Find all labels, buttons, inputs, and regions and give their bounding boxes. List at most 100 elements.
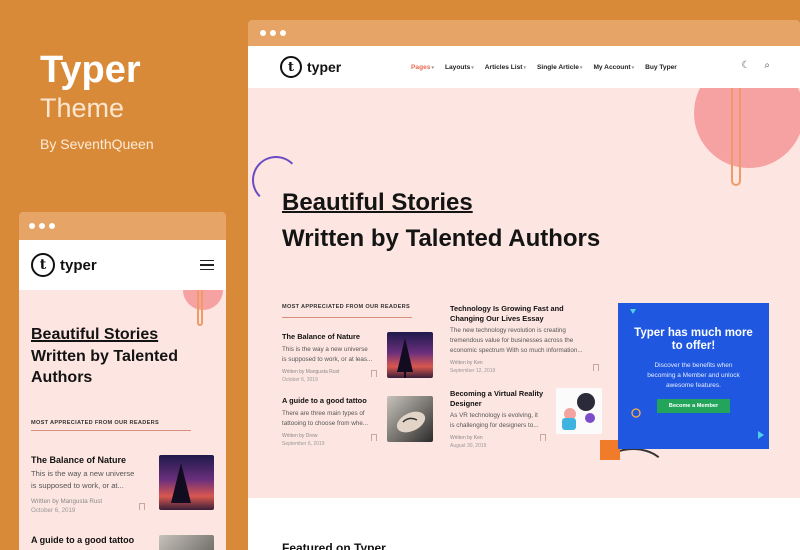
promo-subtitle: Theme (40, 93, 125, 123)
mobile-hero-section: Beautiful Stories Written by Talented Au… (19, 290, 226, 550)
hero-title-line2: Written by Talented (31, 347, 178, 365)
featured-heading: Featured on Typer (282, 541, 386, 550)
post-thumbnail-tattoo[interactable] (159, 535, 214, 550)
window-dot-icon (49, 223, 55, 229)
post-date: October 6, 2019 (31, 507, 76, 514)
chevron-down-icon: ▾ (579, 64, 583, 71)
logo-t-icon: t (31, 253, 55, 277)
window-titlebar (248, 20, 800, 46)
title-line: Technology Is Growing Fast and (450, 304, 564, 313)
header-icons: ☾ ⌕ (741, 60, 770, 71)
title-line: Changing Our Lives Essay (450, 314, 544, 323)
post-date: September 12, 2019 (450, 368, 496, 374)
window-dot-icon (280, 30, 286, 36)
tattoo-arm-icon (396, 411, 426, 433)
nav-label: Articles List (484, 63, 523, 71)
window-dot-icon (29, 223, 35, 229)
post-thumbnail-nature[interactable] (159, 455, 214, 510)
excerpt-line: economic spectrum With so much informati… (450, 347, 583, 354)
mobile-site-header: t typer (19, 240, 226, 290)
post-title[interactable]: The Balance of Nature (31, 454, 151, 466)
nav-item-layouts[interactable]: Layouts▾ (445, 64, 474, 71)
excerpt-line: is challenging for designers to... (450, 422, 539, 429)
hero-section: Beautiful Stories Written by Talented Au… (248, 88, 800, 498)
nav-label: Pages (411, 63, 431, 71)
post-excerpt: There are three main types of tattooing … (282, 409, 382, 429)
excerpt-line: This is the way a new universe (31, 469, 135, 478)
post-thumbnail-nature[interactable] (387, 332, 433, 378)
hero-title-line1: Beautiful Stories (282, 189, 473, 216)
section-label: MOST APPRECIATED FROM OUR READERS (31, 420, 159, 426)
site-header: t typer Pages▾ Layouts▾ Articles List▾ S… (248, 46, 800, 88)
tree-silhouette-icon (397, 338, 413, 378)
site-logo[interactable]: t typer (31, 253, 97, 277)
window-dot-icon (270, 30, 276, 36)
site-logo[interactable]: t typer (280, 56, 341, 78)
post-card[interactable]: Technology Is Growing Fast and Changing … (450, 304, 598, 374)
vr-illustration-icon (562, 393, 595, 430)
chevron-down-icon: ▾ (631, 64, 635, 71)
post-card[interactable]: A guide to a good tattoo There are three… (282, 396, 382, 447)
cta-decor-icon (630, 309, 764, 439)
hero-title-line1: Beautiful Stories (31, 326, 159, 343)
featured-section: Featured on Typer (248, 498, 800, 550)
excerpt-line: This is the way a new universe (282, 346, 368, 353)
post-title[interactable]: A guide to a good tattoo (282, 396, 382, 406)
nav-label: Buy Typer (645, 63, 677, 71)
logo-text: typer (60, 256, 97, 274)
post-title[interactable]: Technology Is Growing Fast and Changing … (450, 304, 598, 324)
post-card[interactable]: Becoming a Virtual Reality Designer As V… (450, 389, 550, 449)
bookmark-icon[interactable] (593, 364, 599, 371)
decor-orange-pill (197, 290, 203, 326)
post-title[interactable]: A guide to a good tattoo (31, 534, 151, 546)
nav-item-my-account[interactable]: My Account▾ (593, 64, 634, 71)
nav-label: Layouts (444, 63, 471, 71)
mobile-hero-title: Beautiful Stories Written by Talented Au… (31, 324, 178, 389)
bookmark-icon[interactable] (540, 434, 546, 441)
post-card[interactable]: A guide to a good tattoo (31, 534, 151, 546)
theme-toggle-icon[interactable]: ☾ (741, 60, 750, 71)
post-date: October 6, 2019 (282, 377, 318, 383)
bookmark-icon[interactable] (139, 503, 145, 510)
post-author: Written by Ken (450, 435, 483, 441)
cta-panel: Typer has much more to offer! Discover t… (618, 303, 769, 449)
post-thumbnail-vr[interactable] (556, 388, 602, 434)
main-nav: Pages▾ Layouts▾ Articles List▾ Single Ar… (411, 46, 677, 88)
hero-title-line3: Authors (31, 369, 93, 386)
post-card[interactable]: The Balance of Nature This is the way a … (31, 454, 151, 514)
post-excerpt: This is the way a new universe is suppos… (282, 345, 382, 365)
window-titlebar (19, 212, 226, 240)
window-dot-icon (260, 30, 266, 36)
post-title[interactable]: The Balance of Nature (282, 332, 382, 342)
post-excerpt: The new technology revolution is creatin… (450, 326, 598, 356)
bookmark-icon[interactable] (371, 434, 377, 441)
post-excerpt: As VR technology is evolving, it is chal… (450, 411, 550, 431)
post-card[interactable]: The Balance of Nature This is the way a … (282, 332, 382, 383)
excerpt-line: is supposed to work, or at... (31, 481, 124, 490)
post-date: August 30, 2019 (450, 443, 487, 449)
nav-item-pages[interactable]: Pages▾ (411, 64, 434, 71)
title-line: Designer (450, 399, 482, 408)
post-title[interactable]: Becoming a Virtual Reality Designer (450, 389, 550, 409)
hamburger-menu-icon[interactable] (200, 257, 214, 274)
promo-block: Typer Theme By SeventhQueen (40, 50, 154, 152)
post-author: Written by Mangusta Rust (31, 498, 103, 505)
excerpt-line: tattooing to choose from whe... (282, 420, 369, 427)
post-author: Written by Mangusta Rust (282, 369, 340, 375)
nav-item-buy-typer[interactable]: Buy Typer (645, 64, 677, 71)
hero-title: Beautiful Stories Written by Talented Au… (282, 185, 600, 257)
post-author: Written by Drew (282, 433, 318, 439)
post-thumbnail-tattoo[interactable] (387, 396, 433, 442)
nav-item-articles-list[interactable]: Articles List▾ (485, 64, 526, 71)
excerpt-line: tremendous value for businesses across t… (450, 337, 574, 344)
mobile-preview-window: t typer Beautiful Stories Written by Tal… (19, 212, 226, 550)
bookmark-icon[interactable] (371, 370, 377, 377)
section-label: MOST APPRECIATED FROM OUR READERS (282, 304, 410, 310)
search-icon[interactable]: ⌕ (764, 60, 770, 71)
nav-item-single-article[interactable]: Single Article▾ (537, 64, 582, 71)
post-date: September 6, 2019 (282, 441, 325, 447)
title-line: Becoming a Virtual Reality (450, 389, 544, 398)
decor-pink-circle (183, 290, 223, 310)
promo-title: Typer (40, 49, 141, 91)
excerpt-line: As VR technology is evolving, it (450, 412, 538, 419)
